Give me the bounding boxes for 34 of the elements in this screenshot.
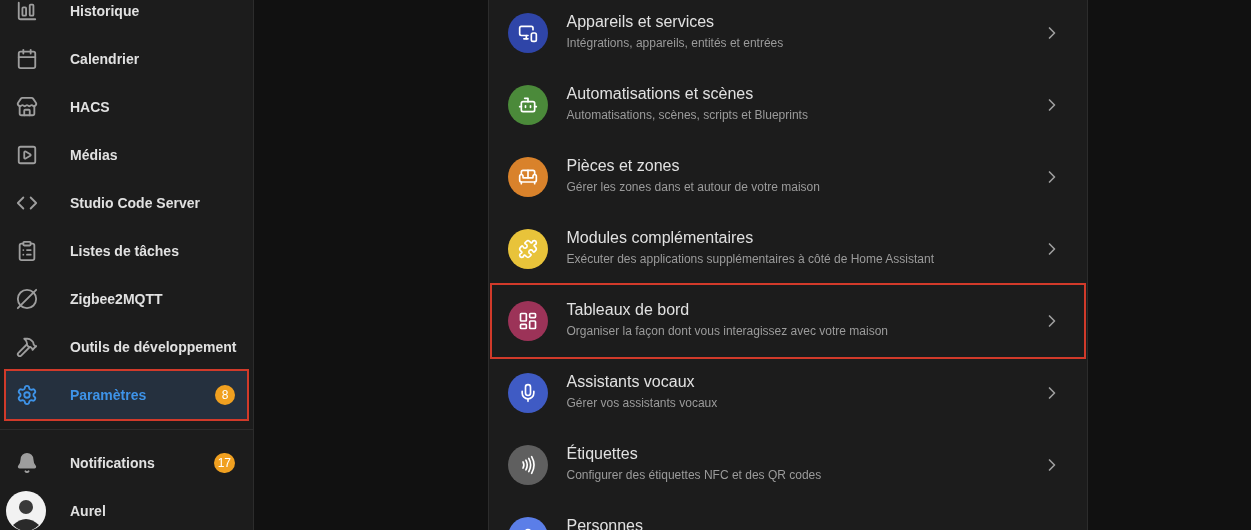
row-title: Modules complémentaires: [566, 228, 755, 248]
row-title: Tableaux de bord: [566, 300, 691, 320]
settings-row[interactable]: Assistants vocaux Gérer vos assistants vocaux: [491, 357, 1084, 429]
row-subtitle: Gérer les zones dans et autour de votre maison: [566, 179, 820, 195]
row-title: Pièces et zones: [566, 156, 681, 176]
row-subtitle: Gérer vos assistants vocaux: [566, 395, 718, 411]
sidebar-item[interactable]: Aurel: [6, 487, 247, 530]
row-subtitle: Automatisations, scènes, scripts et Blueprints: [566, 107, 808, 123]
row-title: Automatisations et scènes: [566, 84, 755, 104]
count-badge: 8: [215, 385, 235, 405]
settings-row[interactable]: Étiquettes Configurer des étiquettes NFC et des QR codes: [491, 429, 1084, 501]
settings-row[interactable]: Pièces et zones Gérer les zones dans et autour de votre maison: [491, 141, 1084, 213]
row-title: Appareils et services: [566, 12, 716, 32]
row-title: Assistants vocaux: [566, 372, 696, 392]
sidebar-item[interactable]: Listes de tâches: [6, 227, 247, 275]
sidebar-item[interactable]: Studio Code Server: [6, 179, 247, 227]
row-subtitle: Intégrations, appareils, entités et entrées: [566, 35, 784, 51]
row-subtitle: Organiser la façon dont vous interagissez avec votre maison: [566, 323, 888, 339]
settings-row[interactable]: Tableaux de bord Organiser la façon dont vous interagissez avec votre maison: [491, 285, 1084, 357]
sidebar-item[interactable]: Outils de développement: [6, 323, 247, 371]
sidebar-item[interactable]: Paramètres 8: [6, 371, 247, 419]
row-title: Étiquettes: [566, 443, 639, 464]
settings-row[interactable]: Appareils et services Intégrations, appareils, entités et entrées: [491, 0, 1084, 69]
row-subtitle: Exécuter des applications supplémentaires à côté de Home Assistant: [566, 251, 935, 267]
row-subtitle: Configurer des étiquettes NFC et des QR codes: [566, 467, 822, 483]
sidebar-item[interactable]: Historique: [6, 0, 247, 35]
sidebar-item[interactable]: Calendrier: [6, 35, 247, 83]
count-badge: 17: [213, 453, 235, 473]
sidebar-item[interactable]: Notifications 17: [6, 439, 247, 487]
settings-row[interactable]: Automatisations et scènes Automatisations, scènes, scripts et Blueprints: [491, 69, 1084, 141]
sidebar-item[interactable]: Médias: [6, 131, 247, 179]
sidebar-item[interactable]: Zigbee2MQTT: [6, 275, 247, 323]
sidebar-item[interactable]: HACS: [6, 83, 247, 131]
settings-row[interactable]: Modules complémentaires Exécuter des applications supplémentaires à côté de Home Assistant: [491, 213, 1084, 285]
